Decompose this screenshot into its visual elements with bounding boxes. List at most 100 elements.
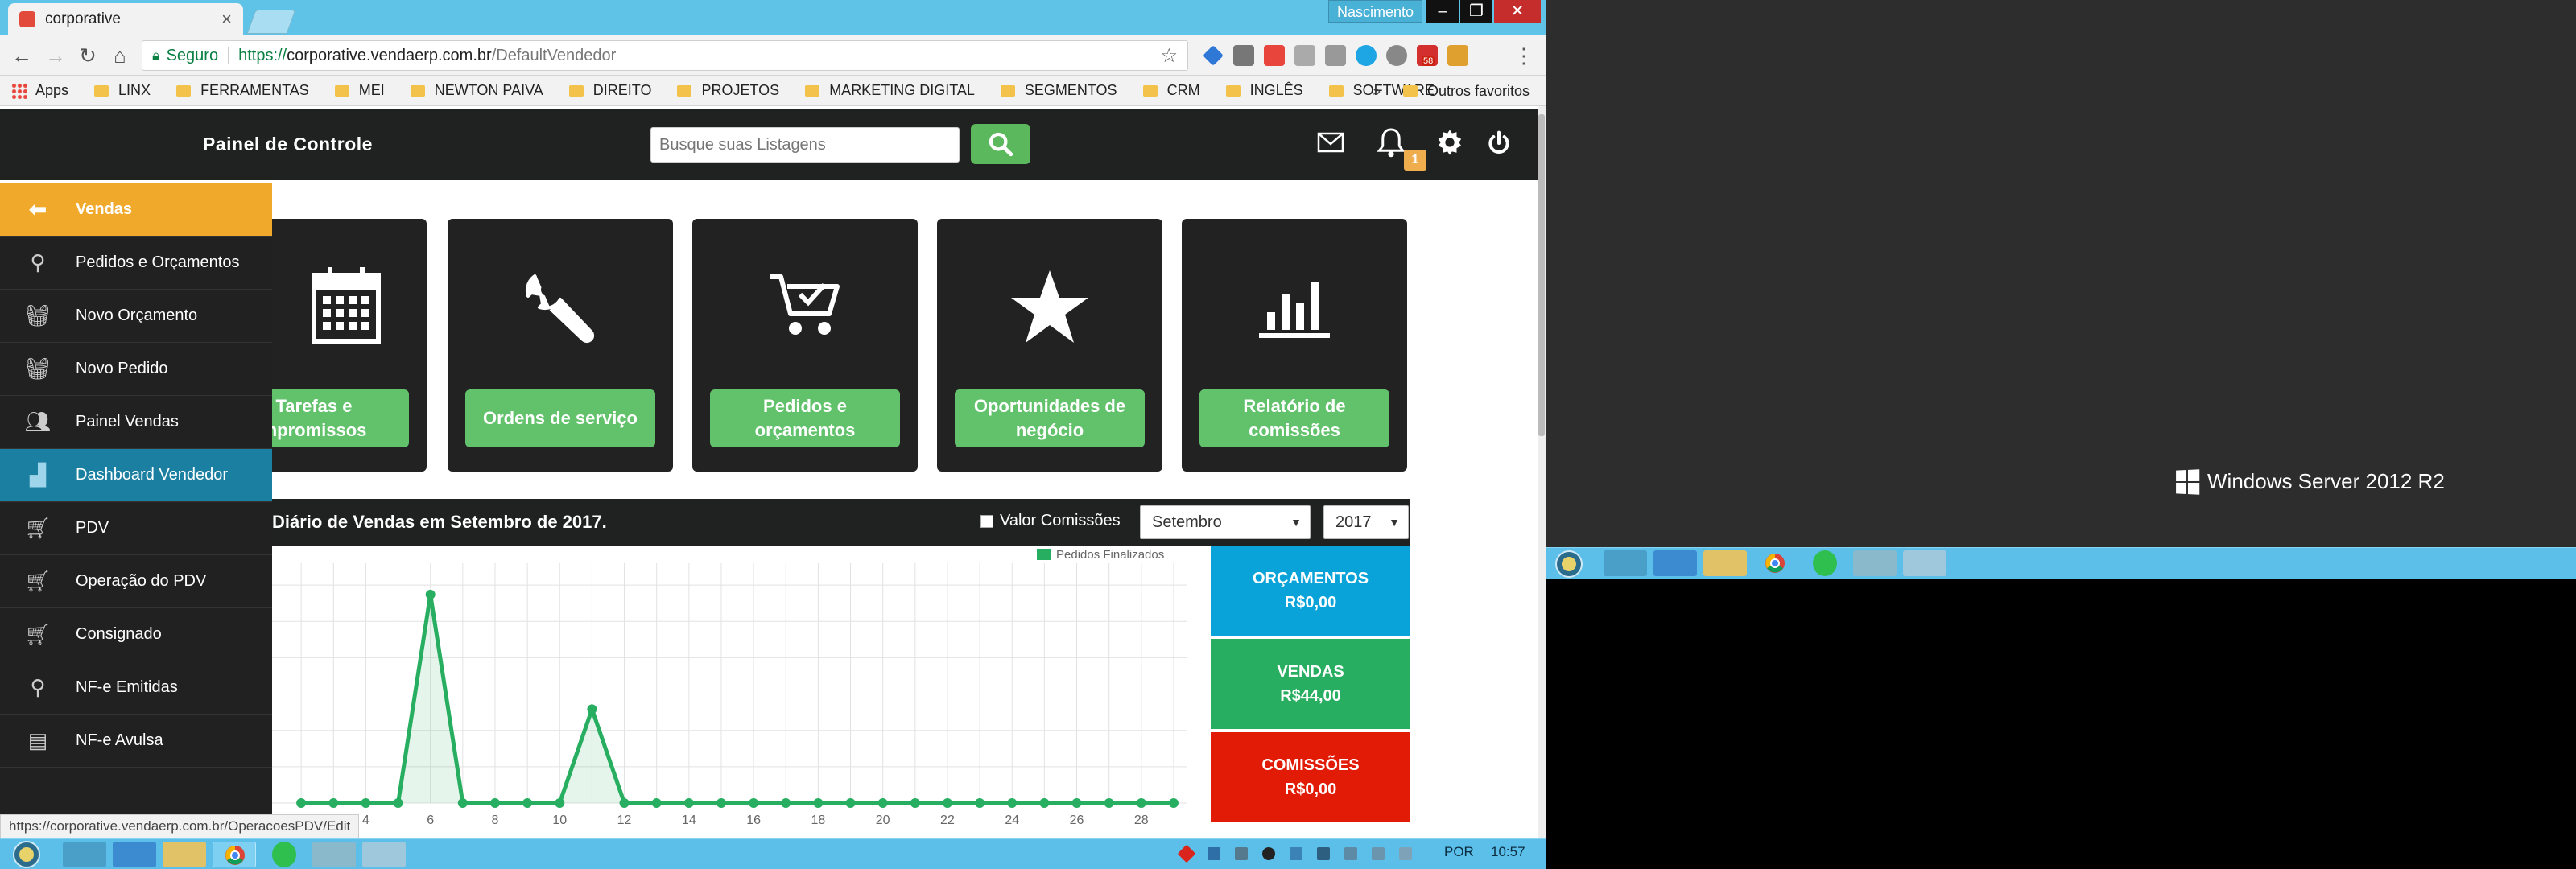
sidebar-item-pedidos-orcamentos[interactable]: ⚲ Pedidos e Orçamentos: [0, 237, 272, 290]
checkbox-box[interactable]: [980, 514, 993, 528]
browser-tab[interactable]: corporative ×: [8, 3, 243, 35]
tray-wifi-icon[interactable]: [1290, 847, 1302, 860]
commission-checkbox[interactable]: Valor Comissões: [980, 512, 1121, 530]
sidebar-item-novo-orcamento[interactable]: 🧺︎ Novo Orçamento: [0, 290, 272, 343]
clock[interactable]: 10:57: [1491, 844, 1525, 860]
sidebar-item-nfe-emitidas[interactable]: ⚲ NF-e Emitidas: [0, 661, 272, 715]
remote-whatsapp-icon[interactable]: [1813, 550, 1837, 576]
x-tick-label: 22: [940, 813, 955, 827]
tile-opportunities[interactable]: Oportunidades de negócio: [937, 219, 1162, 472]
keyboard-language[interactable]: POR: [1444, 844, 1474, 860]
extension-pdf-icon[interactable]: [1294, 45, 1315, 66]
tray-red-icon[interactable]: [1177, 844, 1196, 863]
app-brand[interactable]: Painel de Controle: [203, 134, 373, 155]
tile-commission-report[interactable]: Relatório de comissões: [1182, 219, 1407, 472]
reload-icon[interactable]: ↻: [74, 42, 101, 69]
bookmark-folder[interactable]: CRM: [1142, 82, 1200, 99]
stat-commissions: COMISSÕES R$0,00: [1211, 732, 1410, 822]
series-area: [301, 594, 1174, 803]
tray-blue-icon[interactable]: [1208, 847, 1220, 860]
bookmark-folder[interactable]: INGLÊS: [1225, 82, 1303, 99]
new-tab-button[interactable]: [246, 10, 296, 34]
other-bookmarks[interactable]: Outros favoritos: [1402, 83, 1530, 100]
tray-flag-icon[interactable]: [1317, 847, 1330, 860]
year-select[interactable]: 2017 ▼: [1323, 505, 1409, 539]
remote-folder-icon[interactable]: [1703, 550, 1747, 576]
mail-icon[interactable]: [1317, 132, 1344, 159]
address-bar[interactable]: 🔒︎ Seguro https:// corporative.vendaerp.…: [142, 40, 1188, 71]
bookmark-folder[interactable]: LINX: [94, 82, 151, 99]
remote-explorer-icon[interactable]: [1604, 550, 1647, 576]
skype-icon[interactable]: [1356, 45, 1377, 66]
remote-start-button[interactable]: [1549, 549, 1589, 579]
sidebar-item-novo-pedido[interactable]: 🧺︎ Novo Pedido: [0, 343, 272, 396]
tray-plane-icon[interactable]: [1235, 847, 1248, 860]
bookmark-folder[interactable]: PROJETOS: [677, 82, 779, 99]
bookmark-folder[interactable]: FERRAMENTAS: [176, 82, 309, 99]
start-button[interactable]: [6, 839, 47, 869]
bookmark-folder[interactable]: DIREITO: [568, 82, 651, 99]
tray-device-icon[interactable]: [1344, 847, 1357, 860]
gear-icon[interactable]: [1436, 129, 1463, 163]
taskbar-whatsapp-icon[interactable]: [272, 842, 296, 867]
remote-remote-icon[interactable]: [1903, 550, 1946, 576]
sidebar-item-consignado[interactable]: 🛒︎ Consignado: [0, 608, 272, 661]
volume-icon[interactable]: [1399, 847, 1412, 860]
sidebar-item-operacao-pdv[interactable]: 🛒︎ Operação do PDV: [0, 555, 272, 608]
tray-person-icon[interactable]: [1262, 847, 1275, 860]
bookmark-folder[interactable]: MARKETING DIGITAL: [805, 82, 975, 99]
legend-swatch: [1037, 549, 1051, 560]
extension-doc-icon[interactable]: [1325, 45, 1346, 66]
bookmarks-overflow-button[interactable]: »: [1373, 83, 1381, 100]
taskbar-explorer-icon[interactable]: [63, 842, 106, 867]
home-icon[interactable]: ⌂: [106, 42, 134, 69]
taskbar-remote-icon[interactable]: [362, 842, 406, 867]
tile-orders-quotes[interactable]: Pedidos e orçamentos: [692, 219, 918, 472]
commission-report-button[interactable]: Relatório de comissões: [1199, 389, 1389, 447]
sidebar-item-vendas[interactable]: ⬅ Vendas: [0, 183, 272, 237]
restore-button[interactable]: ❐: [1460, 0, 1492, 23]
bookmark-folder[interactable]: MEI: [334, 82, 385, 99]
back-icon[interactable]: ←: [8, 42, 35, 69]
gmail-icon[interactable]: 58: [1417, 45, 1438, 66]
remote-app-icon[interactable]: [1853, 550, 1897, 576]
close-tab-icon[interactable]: ×: [221, 9, 232, 30]
taskbar-app-icon[interactable]: [312, 842, 356, 867]
page-scrollbar[interactable]: [1538, 106, 1546, 838]
extension-gray-icon[interactable]: [1233, 45, 1254, 66]
sidebar-item-painel-vendas[interactable]: 👥︎ Painel Vendas: [0, 396, 272, 449]
bookmark-star-icon[interactable]: ☆: [1160, 44, 1178, 68]
taskbar-chrome-icon[interactable]: [213, 842, 256, 867]
sidebar-item-pdv[interactable]: 🛒︎ PDV: [0, 502, 272, 555]
extension-dropbox-icon[interactable]: [1203, 45, 1224, 66]
power-icon[interactable]: [1486, 130, 1512, 163]
bookmark-folder[interactable]: NEWTON PAIVA: [410, 82, 543, 99]
profile-name[interactable]: Nascimento: [1328, 0, 1423, 23]
tile-service-orders[interactable]: Ordens de serviço: [448, 219, 673, 472]
extension-red-icon[interactable]: [1264, 45, 1285, 66]
taskbar-folder-icon[interactable]: [163, 842, 206, 867]
extension-s-icon[interactable]: [1386, 45, 1407, 66]
close-window-button[interactable]: ✕: [1494, 0, 1541, 23]
remote-chrome-icon[interactable]: [1753, 550, 1797, 576]
basket-icon: 🧺︎: [24, 303, 52, 327]
tray-network-icon[interactable]: [1372, 847, 1385, 860]
extension-orange-icon[interactable]: [1447, 45, 1468, 66]
browser-menu-icon[interactable]: ⋮: [1513, 43, 1534, 68]
month-select[interactable]: Setembro ▼: [1140, 505, 1311, 539]
remote-powershell-icon[interactable]: [1653, 550, 1697, 576]
search-button[interactable]: [971, 124, 1030, 164]
sidebar-item-dashboard-vendedor[interactable]: ▟ Dashboard Vendedor: [0, 449, 272, 502]
bell-icon[interactable]: [1377, 127, 1406, 164]
service-orders-button[interactable]: Ordens de serviço: [465, 389, 655, 447]
sidebar-item-nfe-avulsa[interactable]: ▤ NF-e Avulsa: [0, 715, 272, 768]
orders-quotes-button[interactable]: Pedidos e orçamentos: [710, 389, 900, 447]
bookmark-apps[interactable]: Apps: [11, 82, 68, 99]
taskbar-powershell-icon[interactable]: [113, 842, 156, 867]
search-input[interactable]: [650, 127, 960, 163]
scrollbar-thumb[interactable]: [1538, 114, 1545, 436]
opportunities-button[interactable]: Oportunidades de negócio: [955, 389, 1145, 447]
minimize-button[interactable]: –: [1426, 0, 1459, 23]
forward-icon[interactable]: →: [42, 42, 69, 69]
bookmark-folder[interactable]: SEGMENTOS: [1000, 82, 1117, 99]
